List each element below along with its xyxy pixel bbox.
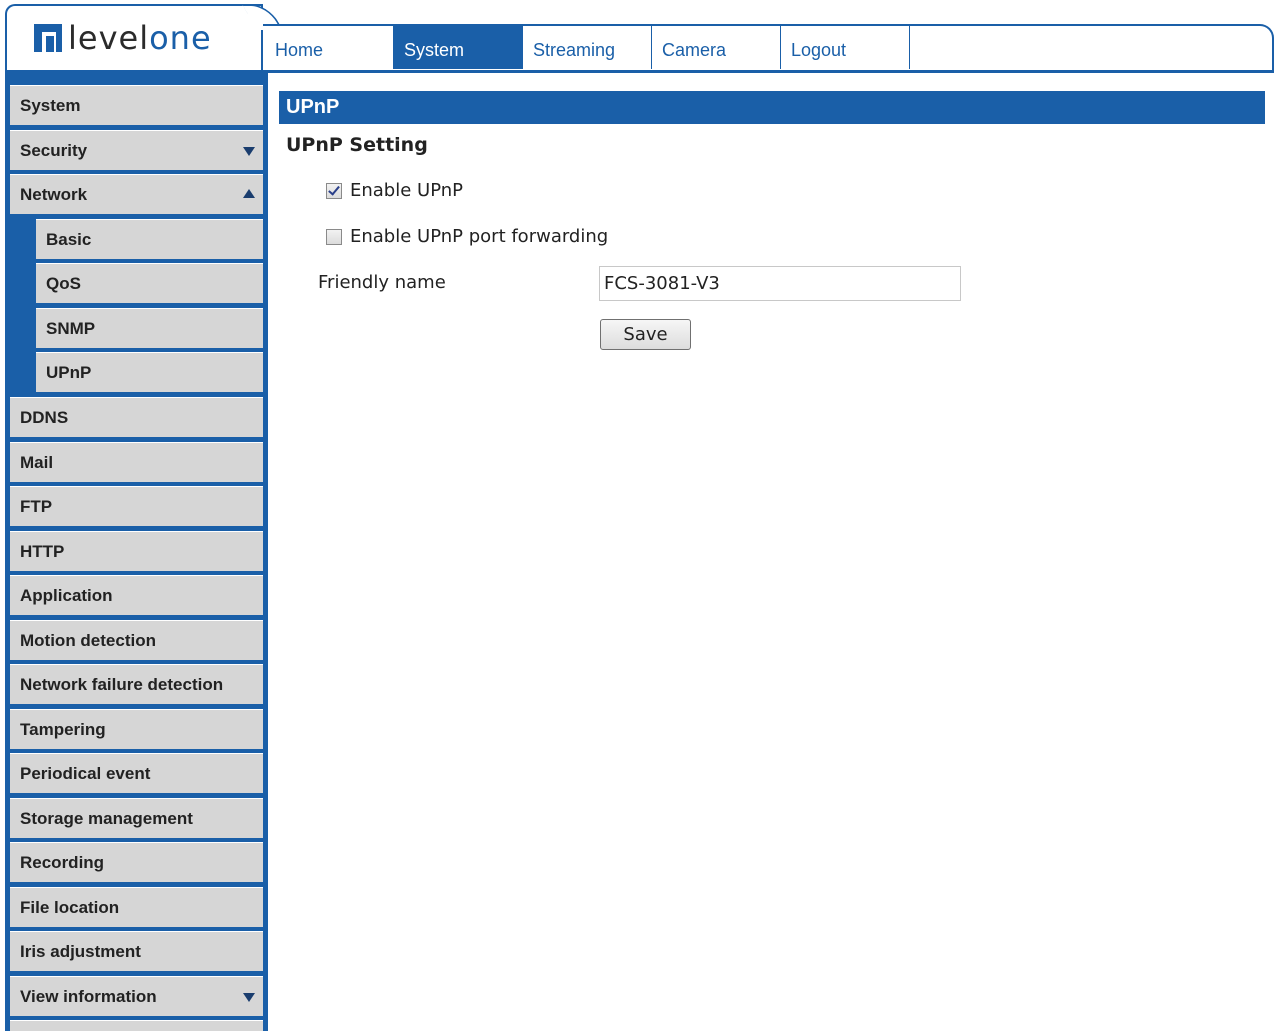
- sidebar-item-ddns[interactable]: DDNS: [10, 397, 263, 437]
- sidebar-item-label: Security: [20, 141, 88, 160]
- brand-logo: levelone: [34, 20, 212, 56]
- sidebar-item-label: DDNS: [20, 408, 69, 427]
- tab-camera[interactable]: Camera: [652, 26, 781, 69]
- tab-home[interactable]: Home: [265, 26, 394, 69]
- sidebar-item-security[interactable]: Security: [10, 130, 263, 170]
- sidebar-item-recording[interactable]: Recording: [10, 842, 263, 882]
- sidebar-item-label: Recording: [20, 853, 105, 872]
- sidebar-item-label: Tampering: [20, 720, 106, 739]
- sidebar-item-upnp[interactable]: UPnP: [36, 352, 263, 392]
- sidebar-item-label: UPnP: [46, 363, 92, 382]
- tab-streaming[interactable]: Streaming: [523, 26, 652, 69]
- enable-port-forwarding-label: Enable UPnP port forwarding: [350, 226, 609, 247]
- sidebar-item-file-location[interactable]: File location: [10, 887, 263, 927]
- app-window: levelone Home System Streaming Camera Lo…: [0, 0, 1274, 1031]
- sidebar-item-basic[interactable]: Basic: [36, 219, 263, 259]
- logo-mark-icon: [34, 24, 62, 52]
- sidebar-item-label: Basic: [46, 230, 92, 249]
- tab-system[interactable]: System: [394, 26, 523, 69]
- sidebar-item-label: System: [20, 96, 81, 115]
- section-title: UPnP Setting: [286, 134, 428, 156]
- sidebar-item-network[interactable]: Network: [10, 174, 263, 214]
- chevron-up-icon: [243, 189, 255, 198]
- page-title: UPnP: [279, 91, 1265, 124]
- sidebar-item-mail[interactable]: Mail: [10, 442, 263, 482]
- sidebar-item-system[interactable]: System: [10, 85, 263, 125]
- friendly-name-label: Friendly name: [318, 272, 446, 293]
- sidebar-item-label: File location: [20, 898, 120, 917]
- sidebar-item-label: FTP: [20, 497, 53, 516]
- sidebar-item-label: Network failure detection: [20, 675, 224, 694]
- sidebar-item-tampering[interactable]: Tampering: [10, 709, 263, 749]
- sidebar-item-motion-detection[interactable]: Motion detection: [10, 620, 263, 660]
- top-nav: Home System Streaming Camera Logout: [265, 26, 910, 69]
- sidebar-item-application[interactable]: Application: [10, 575, 263, 615]
- save-button[interactable]: Save: [600, 319, 691, 350]
- sidebar-item-label: SNMP: [46, 319, 96, 338]
- sidebar-item-view-information[interactable]: View information: [10, 976, 263, 1016]
- sidebar: System Security Network Basic QoS SNMP U…: [5, 73, 268, 1031]
- sidebar-item-label: QoS: [46, 274, 81, 293]
- sidebar-item-http[interactable]: HTTP: [10, 531, 263, 571]
- enable-upnp-label: Enable UPnP: [350, 180, 464, 201]
- enable-port-forwarding-row: Enable UPnP port forwarding: [326, 226, 608, 247]
- logo-text: levelone: [68, 20, 212, 56]
- sidebar-item-storage-management[interactable]: Storage management: [10, 798, 263, 838]
- sidebar-item-label: HTTP: [20, 542, 65, 561]
- sidebar-item-label: Storage management: [20, 809, 193, 828]
- logo-text-level: level: [68, 19, 150, 57]
- sidebar-item-label: Periodical event: [20, 764, 151, 783]
- sidebar-item-periodical-event[interactable]: Periodical event: [10, 753, 263, 793]
- sidebar-item-network-failure-detection[interactable]: Network failure detection: [10, 664, 263, 704]
- enable-port-forwarding-checkbox[interactable]: [326, 228, 342, 245]
- sidebar-item-ftp[interactable]: FTP: [10, 486, 263, 526]
- sidebar-item-label: Mail: [20, 453, 54, 472]
- sidebar-item-snmp[interactable]: SNMP: [36, 308, 263, 348]
- logo-text-one: one: [149, 19, 212, 57]
- sidebar-item-label: Application: [20, 586, 113, 605]
- chevron-down-icon: [243, 993, 255, 1002]
- sidebar-item-partial[interactable]: [10, 1020, 263, 1031]
- enable-upnp-checkbox[interactable]: [326, 182, 342, 199]
- friendly-name-input[interactable]: [599, 266, 961, 301]
- sidebar-item-label: View information: [20, 987, 157, 1006]
- sidebar-item-label: Iris adjustment: [20, 942, 141, 961]
- enable-upnp-row: Enable UPnP: [326, 180, 463, 201]
- sidebar-item-label: Motion detection: [20, 631, 156, 650]
- chevron-down-icon: [243, 147, 255, 156]
- tab-logout[interactable]: Logout: [781, 26, 910, 69]
- sidebar-item-label: Network: [20, 185, 88, 204]
- sidebar-item-qos[interactable]: QoS: [36, 263, 263, 303]
- sidebar-item-iris-adjustment[interactable]: Iris adjustment: [10, 931, 263, 971]
